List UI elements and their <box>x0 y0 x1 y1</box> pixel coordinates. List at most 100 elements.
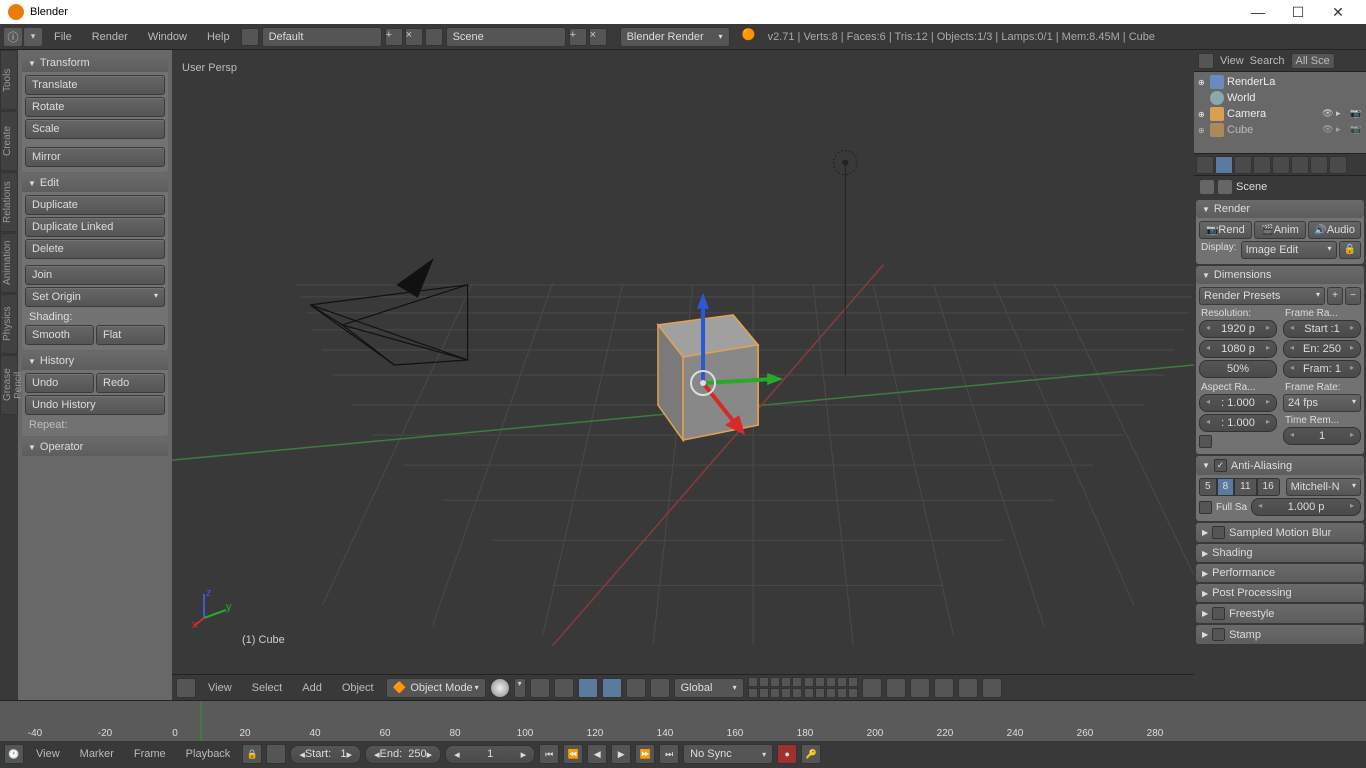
snap-target-icon[interactable] <box>934 678 954 698</box>
panel-history-header[interactable]: History <box>22 352 168 370</box>
tab-render-layers-icon[interactable] <box>1215 156 1233 174</box>
shading-menu-icon[interactable]: ▾ <box>514 678 526 698</box>
panel-freestyle-header[interactable]: Freestyle <box>1196 604 1364 623</box>
frame-step-field[interactable]: ◂Fram: 1▸ <box>1283 360 1361 378</box>
frame-end-field[interactable]: ◂En: 250▸ <box>1283 340 1361 358</box>
tab-tools[interactable]: Tools <box>0 50 18 110</box>
aa-samples-segmented[interactable]: 5 8 11 16 <box>1199 478 1280 496</box>
rotate-manipulator-icon[interactable] <box>626 678 646 698</box>
menu-window[interactable]: Window <box>138 31 197 43</box>
frame-start-field[interactable]: ◂Start :1▸ <box>1283 320 1361 338</box>
stamp-checkbox[interactable] <box>1212 628 1225 641</box>
set-origin-button[interactable]: Set Origin▾ <box>25 287 165 307</box>
tl-view[interactable]: View <box>28 748 68 760</box>
info-editor-icon[interactable]: ⓘ <box>4 28 22 46</box>
pivot-icon[interactable] <box>530 678 550 698</box>
timeline-ruler[interactable]: -40-200204060801001201401601802002202402… <box>0 701 1366 741</box>
eye-icon[interactable]: 👁 <box>1322 108 1334 120</box>
vh-add[interactable]: Add <box>294 682 330 694</box>
translate-button[interactable]: Translate <box>25 75 165 95</box>
end-frame-field[interactable]: ◂End: 250▸ <box>365 745 441 764</box>
keying-set-icon[interactable]: 🔑 <box>801 744 821 764</box>
mode-dropdown[interactable]: 🔶 Object Mode▾ <box>386 678 486 698</box>
outliner-search[interactable]: Search <box>1250 55 1285 67</box>
audio-button[interactable]: 🔊Audio <box>1308 221 1361 239</box>
undo-history-button[interactable]: Undo History <box>25 395 165 415</box>
play-reverse-icon[interactable]: ◀ <box>587 744 607 764</box>
tree-item-world[interactable]: World <box>1196 90 1364 106</box>
aa-size-field[interactable]: ◂1.000 p▸ <box>1251 498 1361 516</box>
tree-item-cube[interactable]: ⊕Cube👁▸📷 <box>1196 122 1364 138</box>
timeline-editor-icon[interactable]: 🕐 <box>4 744 24 764</box>
redo-button[interactable]: Redo <box>96 373 165 393</box>
scene-browse-icon[interactable] <box>425 28 443 46</box>
render-preview-icon[interactable] <box>958 678 978 698</box>
tab-relations[interactable]: Relations <box>0 172 18 232</box>
play-icon[interactable]: ▶ <box>611 744 631 764</box>
layout-delete-icon[interactable]: × <box>405 28 423 46</box>
tl-marker[interactable]: Marker <box>72 748 122 760</box>
fullsample-checkbox[interactable] <box>1199 501 1212 514</box>
join-button[interactable]: Join <box>25 265 165 285</box>
scene-delete-icon[interactable]: × <box>589 28 607 46</box>
render-presets-dropdown[interactable]: Render Presets▾ <box>1199 287 1325 305</box>
scale-button[interactable]: Scale <box>25 119 165 139</box>
tab-object-icon[interactable] <box>1272 156 1290 174</box>
snap-icon[interactable] <box>910 678 930 698</box>
sync-dropdown[interactable]: No Sync▾ <box>683 744 773 764</box>
tab-data-icon[interactable] <box>1329 156 1347 174</box>
tab-animation[interactable]: Animation <box>0 233 18 293</box>
layers-grid[interactable] <box>748 677 858 698</box>
preset-remove-icon[interactable]: − <box>1345 287 1361 305</box>
layout-dropdown[interactable]: Default <box>262 27 382 47</box>
outliner-view[interactable]: View <box>1220 55 1244 67</box>
keyframe-next-icon[interactable]: ⏩ <box>635 744 655 764</box>
start-frame-field[interactable]: ◂Start: 1▸ <box>290 745 361 764</box>
layout-browse-icon[interactable] <box>241 28 259 46</box>
delete-button[interactable]: Delete <box>25 239 165 259</box>
3d-viewport[interactable]: User Persp <box>172 50 1194 700</box>
outliner-editor-icon[interactable] <box>1198 53 1214 69</box>
render-icon[interactable]: 📷 <box>1350 124 1362 136</box>
freestyle-checkbox[interactable] <box>1212 607 1225 620</box>
render-icon[interactable]: 📷 <box>1350 108 1362 120</box>
vh-object[interactable]: Object <box>334 682 382 694</box>
orientation-dropdown[interactable]: Global▾ <box>674 678 744 698</box>
panel-transform-header[interactable]: Transform <box>22 54 168 72</box>
panel-stamp-header[interactable]: Stamp <box>1196 625 1364 644</box>
shading-solid-icon[interactable] <box>490 678 510 698</box>
animation-button[interactable]: 🎬Anim <box>1254 221 1307 239</box>
range-lock-icon[interactable]: 🔒 <box>242 744 262 764</box>
lock-layers-icon[interactable] <box>862 678 882 698</box>
aspect-y-field[interactable]: ◂: 1.000▸ <box>1199 414 1277 432</box>
jump-start-icon[interactable]: ⏮ <box>539 744 559 764</box>
motion-blur-checkbox[interactable] <box>1212 526 1225 539</box>
panel-render-header[interactable]: Render <box>1196 200 1364 218</box>
tab-modifiers-icon[interactable] <box>1310 156 1328 174</box>
follow-icon[interactable] <box>266 744 286 764</box>
panel-aa-header[interactable]: Anti-Aliasing <box>1196 456 1364 475</box>
undo-button[interactable]: Undo <box>25 373 94 393</box>
aa-filter-dropdown[interactable]: Mitchell-N▾ <box>1286 478 1361 496</box>
vh-view[interactable]: View <box>200 682 240 694</box>
fps-dropdown[interactable]: 24 fps▾ <box>1283 394 1361 412</box>
pin-icon[interactable] <box>1200 180 1214 194</box>
tab-physics[interactable]: Physics <box>0 294 18 354</box>
keyframe-prev-icon[interactable]: ⏪ <box>563 744 583 764</box>
current-frame-field[interactable]: ◂1▸ <box>445 745 535 764</box>
tab-grease-pencil[interactable]: Grease Pencil <box>0 355 18 415</box>
mirror-button[interactable]: Mirror <box>25 147 165 167</box>
duplicate-linked-button[interactable]: Duplicate Linked <box>25 217 165 237</box>
resolution-pct-field[interactable]: 50% <box>1199 360 1277 378</box>
panel-operator-header[interactable]: Operator <box>22 438 168 456</box>
tab-render-icon[interactable] <box>1196 156 1214 174</box>
manipulate-center-icon[interactable] <box>554 678 574 698</box>
aa-checkbox[interactable] <box>1214 459 1227 472</box>
duplicate-button[interactable]: Duplicate <box>25 195 165 215</box>
scale-manipulator-icon[interactable] <box>650 678 670 698</box>
panel-shading-header[interactable]: Shading <box>1196 544 1364 562</box>
tl-playback[interactable]: Playback <box>178 748 239 760</box>
current-frame-marker[interactable] <box>200 701 202 741</box>
cursor-icon[interactable]: ▸ <box>1336 124 1348 136</box>
vh-select[interactable]: Select <box>244 682 291 694</box>
